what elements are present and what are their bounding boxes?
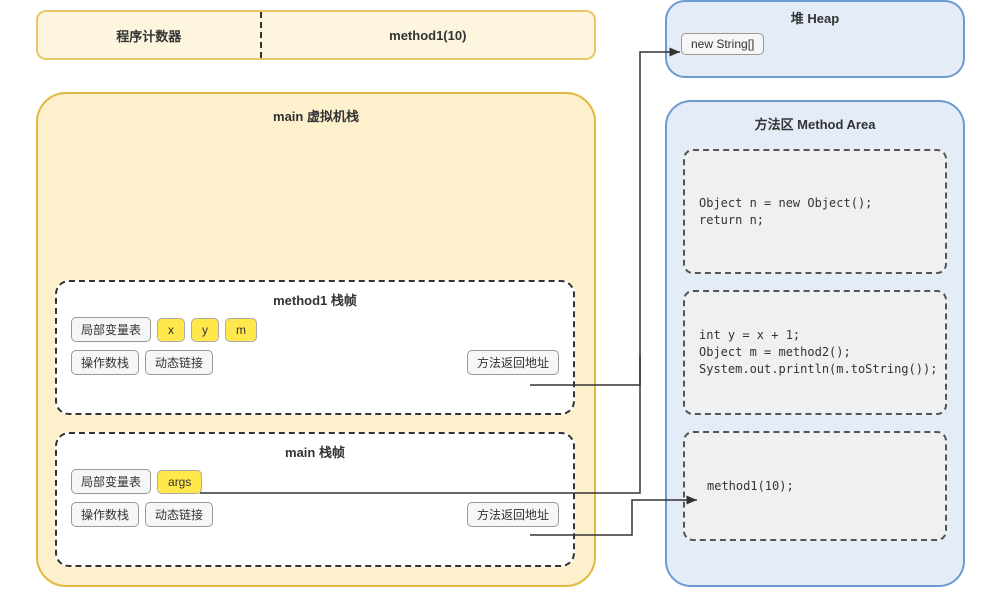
frame1-bottom-row: 操作数栈 动态链接 方法返回地址 (71, 350, 559, 375)
frame2-dyn-link: 动态链接 (145, 502, 213, 527)
heap-object: new String[] (681, 33, 764, 55)
frame2-local-vars-row: 局部变量表 args (71, 469, 559, 494)
frame2-title: main 栈帧 (71, 442, 559, 461)
frame2-return-addr: 方法返回地址 (467, 502, 559, 527)
stack-frame-method1: method1 栈帧 局部变量表 x y m 操作数栈 动态链接 方法返回地址 (55, 280, 575, 415)
frame2-local-var-label: 局部变量表 (71, 469, 151, 494)
frame1-var-m: m (225, 318, 257, 342)
frame1-var-y: y (191, 318, 219, 342)
program-counter-label: 程序计数器 (38, 26, 260, 45)
frame2-bottom-row: 操作数栈 动态链接 方法返回地址 (71, 502, 559, 527)
method-area-title: 方法区 Method Area (683, 114, 947, 133)
frame1-local-vars-row: 局部变量表 x y m (71, 317, 559, 342)
code-block-main: method1(10); (683, 431, 947, 541)
code-block-method1: int y = x + 1; Object m = method2(); Sys… (683, 290, 947, 415)
heap-box: 堆 Heap new String[] (665, 0, 965, 78)
code-block-method2: Object n = new Object(); return n; (683, 149, 947, 274)
program-counter-box: 程序计数器 method1(10) (36, 10, 596, 60)
frame2-op-stack: 操作数栈 (71, 502, 139, 527)
frame1-var-x: x (157, 318, 185, 342)
frame1-op-stack: 操作数栈 (71, 350, 139, 375)
program-counter-value: method1(10) (262, 28, 594, 43)
frame1-return-addr: 方法返回地址 (467, 350, 559, 375)
frame1-local-var-label: 局部变量表 (71, 317, 151, 342)
method-area-box: 方法区 Method Area Object n = new Object();… (665, 100, 965, 587)
frame1-title: method1 栈帧 (71, 290, 559, 309)
frame2-var-args: args (157, 470, 202, 494)
heap-title: 堆 Heap (681, 8, 949, 27)
frame1-dyn-link: 动态链接 (145, 350, 213, 375)
vm-stack-title: main 虚拟机栈 (38, 106, 594, 125)
stack-frame-main: main 栈帧 局部变量表 args 操作数栈 动态链接 方法返回地址 (55, 432, 575, 567)
